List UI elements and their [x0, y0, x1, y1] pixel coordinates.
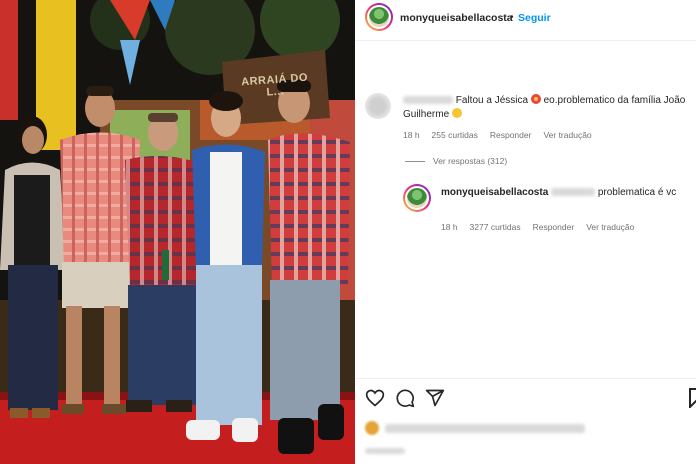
post-username[interactable]: monyqueisabellacosta [400, 12, 513, 24]
reply-reply-button[interactable]: Responder [533, 222, 575, 232]
header-separator: • [510, 12, 514, 23]
share-icon[interactable] [425, 388, 445, 408]
likes-summary [365, 421, 585, 435]
reply-translate-button[interactable]: Ver tradução [586, 222, 634, 232]
commenter-avatar[interactable] [365, 93, 391, 119]
reply-avatar[interactable] [403, 184, 431, 212]
view-replies-button[interactable]: Ver respostas (312) [405, 156, 507, 166]
header-divider [355, 40, 696, 41]
avatar[interactable] [365, 3, 393, 31]
reply-time: 18 h [441, 222, 458, 232]
reply-meta: 18 h 3277 curtidas Responder Ver traduçã… [441, 222, 634, 232]
replies-line [405, 160, 425, 162]
reply-body: problematica é vc [597, 187, 677, 198]
save-icon[interactable] [689, 388, 696, 408]
post-photo: ARRAIÁ DO L... [0, 0, 355, 464]
comment-1-meta: 18 h 255 curtidas Responder Ver tradução [403, 130, 592, 140]
comment-1-text-start: Faltou a Jéssica [455, 95, 529, 106]
liker-avatar-icon [365, 421, 379, 435]
blurred-username [403, 96, 453, 105]
comment-1-reply-button[interactable]: Responder [490, 130, 532, 140]
post-header: monyqueisabellacosta • Seguir [355, 0, 696, 36]
blurred-likes-text [385, 423, 585, 433]
sign-text: ARRAIÁ DO L... [240, 71, 309, 99]
heart-eyes-emoji-icon [530, 94, 541, 104]
comment-1-translate-button[interactable]: Ver tradução [543, 130, 591, 140]
laughing-emoji-icon [451, 108, 462, 118]
reply-text: monyqueisabellacosta problematica é vc [441, 186, 691, 200]
comment-1-time: 18 h [403, 130, 420, 140]
comment-1-text: Faltou a Jéssica eo.problematico da famí… [403, 94, 693, 122]
blurred-mention [551, 188, 596, 197]
instagram-post: ARRAIÁ DO L... monyqueisabellacosta • Se… [0, 0, 696, 464]
blurred-date [365, 442, 405, 460]
actions-divider [355, 378, 696, 379]
view-replies-label: Ver respostas (312) [433, 156, 508, 166]
reply-username[interactable]: monyqueisabellacosta [441, 187, 548, 198]
follow-button[interactable]: Seguir [518, 12, 551, 24]
heart-icon[interactable] [365, 388, 385, 408]
action-bar [365, 388, 445, 408]
comment-1-likes[interactable]: 255 curtidas [432, 130, 478, 140]
comment-icon[interactable] [395, 388, 415, 408]
photo-scene [0, 0, 355, 464]
reply-likes[interactable]: 3277 curtidas [470, 222, 521, 232]
post-side-panel: monyqueisabellacosta • Seguir Faltou a J… [355, 0, 696, 464]
